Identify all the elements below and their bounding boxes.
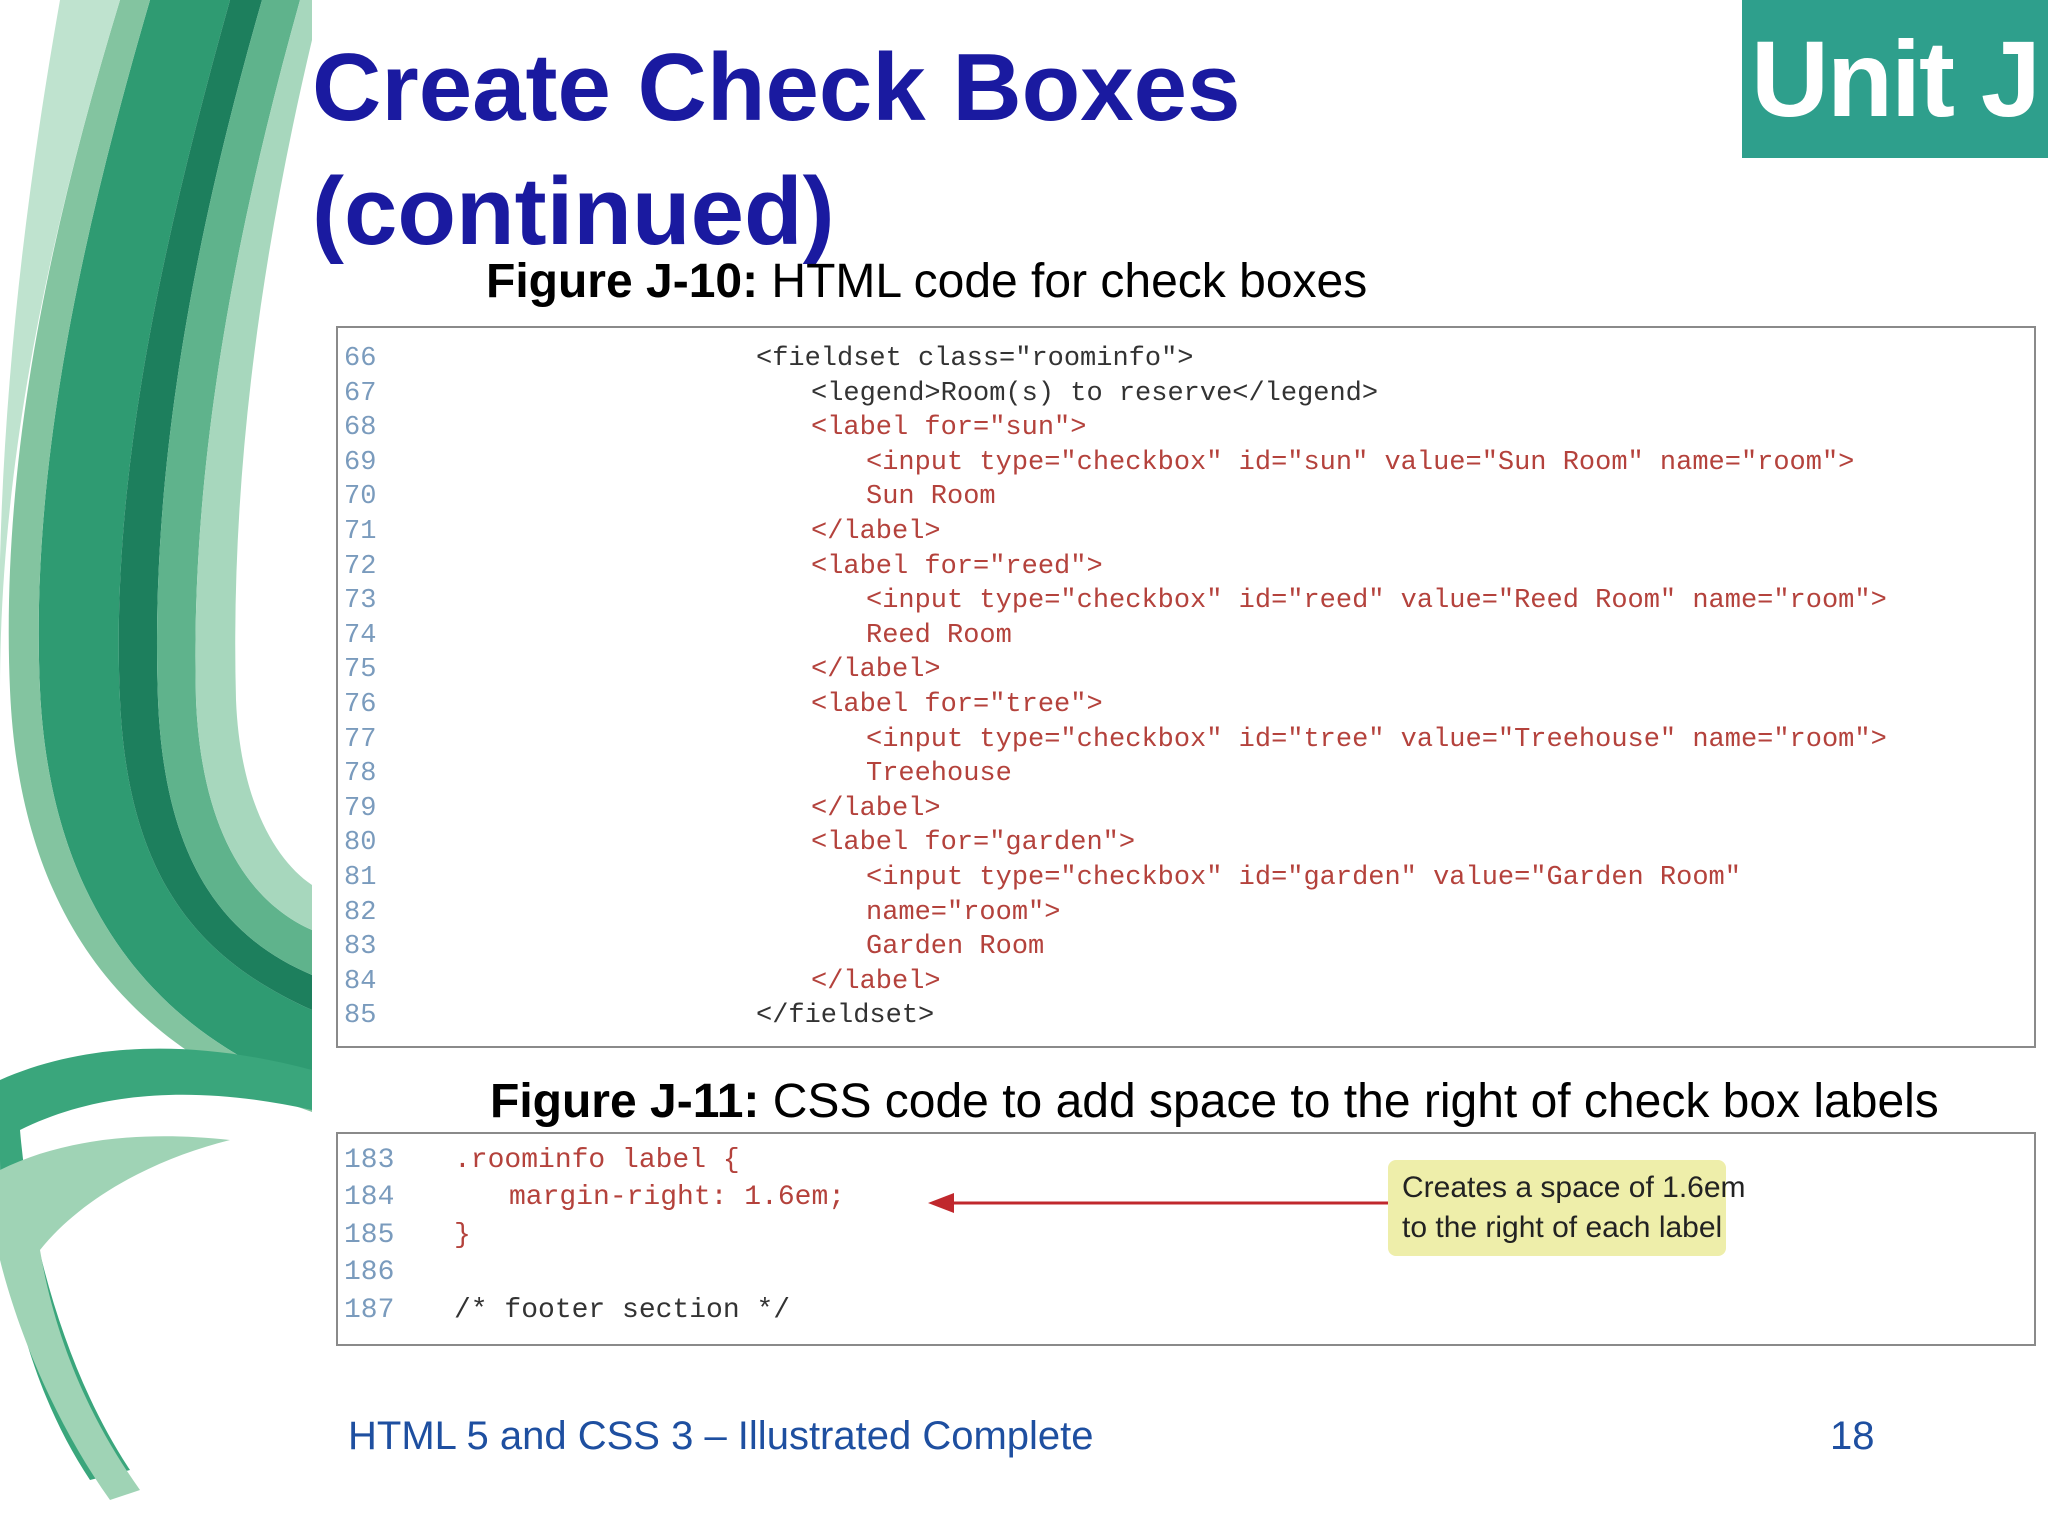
code-text: Reed Room — [866, 620, 1012, 651]
code-text: <label for="tree"> — [811, 690, 1103, 720]
code-text: </label> — [811, 517, 941, 547]
line-number: 183 — [344, 1145, 395, 1176]
code-text: Garden Room — [866, 932, 1045, 963]
line-number: 76 — [344, 690, 377, 720]
line-number: 72 — [344, 551, 377, 582]
slide-title-line-1: Create Check Boxes — [312, 34, 1241, 141]
code-text: <legend>Room(s) to reserve</legend> — [811, 378, 1379, 409]
figure-j11-caption-label: Figure J-11: — [490, 1075, 760, 1128]
figure-j10-caption-label: Figure J-10: — [486, 255, 759, 308]
code-text: <input type="checkbox" id="sun" value="S… — [866, 447, 1855, 478]
line-number: 79 — [344, 793, 377, 824]
code-text: margin-right: 1.6em; — [509, 1182, 846, 1214]
code-text: <input type="checkbox" id="tree" value="… — [866, 724, 1887, 755]
line-number: 73 — [344, 586, 377, 617]
callout-note: Creates a space of 1.6em to the right of… — [1388, 1160, 1746, 1256]
line-number: 184 — [344, 1182, 395, 1214]
line-number: 68 — [344, 413, 377, 444]
code-text: </label> — [811, 655, 941, 686]
figure-j11-caption-text: CSS code to add space to the right of ch… — [759, 1075, 1939, 1128]
callout-line-2: to the right of each label — [1402, 1211, 1723, 1244]
callout-arrow — [928, 1193, 1388, 1213]
decorative-green-stripes — [0, 0, 312, 1500]
code-text: } — [454, 1219, 471, 1251]
code-text: Sun Room — [866, 482, 996, 513]
code-text: <fieldset class="roominfo"> — [756, 344, 1194, 374]
line-number: 67 — [344, 378, 377, 409]
line-number: 78 — [344, 759, 377, 790]
figure-j11-caption: Figure J-11: CSS code to add space to th… — [490, 1074, 1939, 1130]
code-text: </fieldset> — [756, 1001, 935, 1032]
code-text: </label> — [811, 793, 941, 824]
footer-book-title: HTML 5 and CSS 3 – Illustrated Complete — [348, 1414, 1094, 1458]
line-number: 84 — [344, 966, 377, 997]
code-text: Treehouse — [866, 759, 1012, 790]
slide-title: Create Check Boxes (continued) — [312, 26, 1240, 274]
code-text: /* footer section */ — [454, 1294, 791, 1326]
line-number: 75 — [344, 655, 377, 686]
line-number: 83 — [344, 932, 377, 963]
line-number: 85 — [344, 1001, 377, 1032]
code-text: <label for="reed"> — [811, 551, 1103, 582]
unit-badge: Unit J — [1742, 0, 2048, 158]
line-number: 186 — [344, 1257, 395, 1289]
figure-j10-code-box: 66 <fieldset class="roominfo"> 67 <legend>R… — [336, 326, 2036, 1048]
line-number: 69 — [344, 447, 377, 478]
line-number: 71 — [344, 517, 377, 547]
line-number: 81 — [344, 863, 377, 893]
code-text: <label for="garden"> — [811, 828, 1136, 859]
figure-j10-caption: Figure J-10: HTML code for check boxes — [486, 254, 1367, 310]
page-number: 18 — [1830, 1414, 1875, 1458]
line-number: 74 — [344, 620, 377, 651]
line-number: 187 — [344, 1294, 395, 1326]
figure-j10-caption-text: HTML code for check boxes — [758, 255, 1368, 308]
figure-j11-code-box: Creates a space of 1.6em to the right of… — [336, 1132, 2036, 1346]
code-text: </label> — [811, 966, 941, 997]
line-number: 82 — [344, 897, 377, 928]
line-number: 185 — [344, 1219, 395, 1251]
line-number: 77 — [344, 724, 377, 755]
code-text: .roominfo label { — [454, 1145, 740, 1176]
callout-line-1: Creates a space of 1.6em — [1402, 1171, 1746, 1204]
code-text: <input type="checkbox" id="garden" value… — [866, 863, 1741, 893]
code-text: <input type="checkbox" id="reed" value="… — [866, 586, 1887, 617]
code-text: <label for="sun"> — [811, 413, 1087, 444]
line-number: 66 — [344, 344, 377, 374]
line-number: 80 — [344, 828, 377, 859]
line-number: 70 — [344, 482, 377, 513]
code-text: name="room"> — [866, 897, 1061, 928]
